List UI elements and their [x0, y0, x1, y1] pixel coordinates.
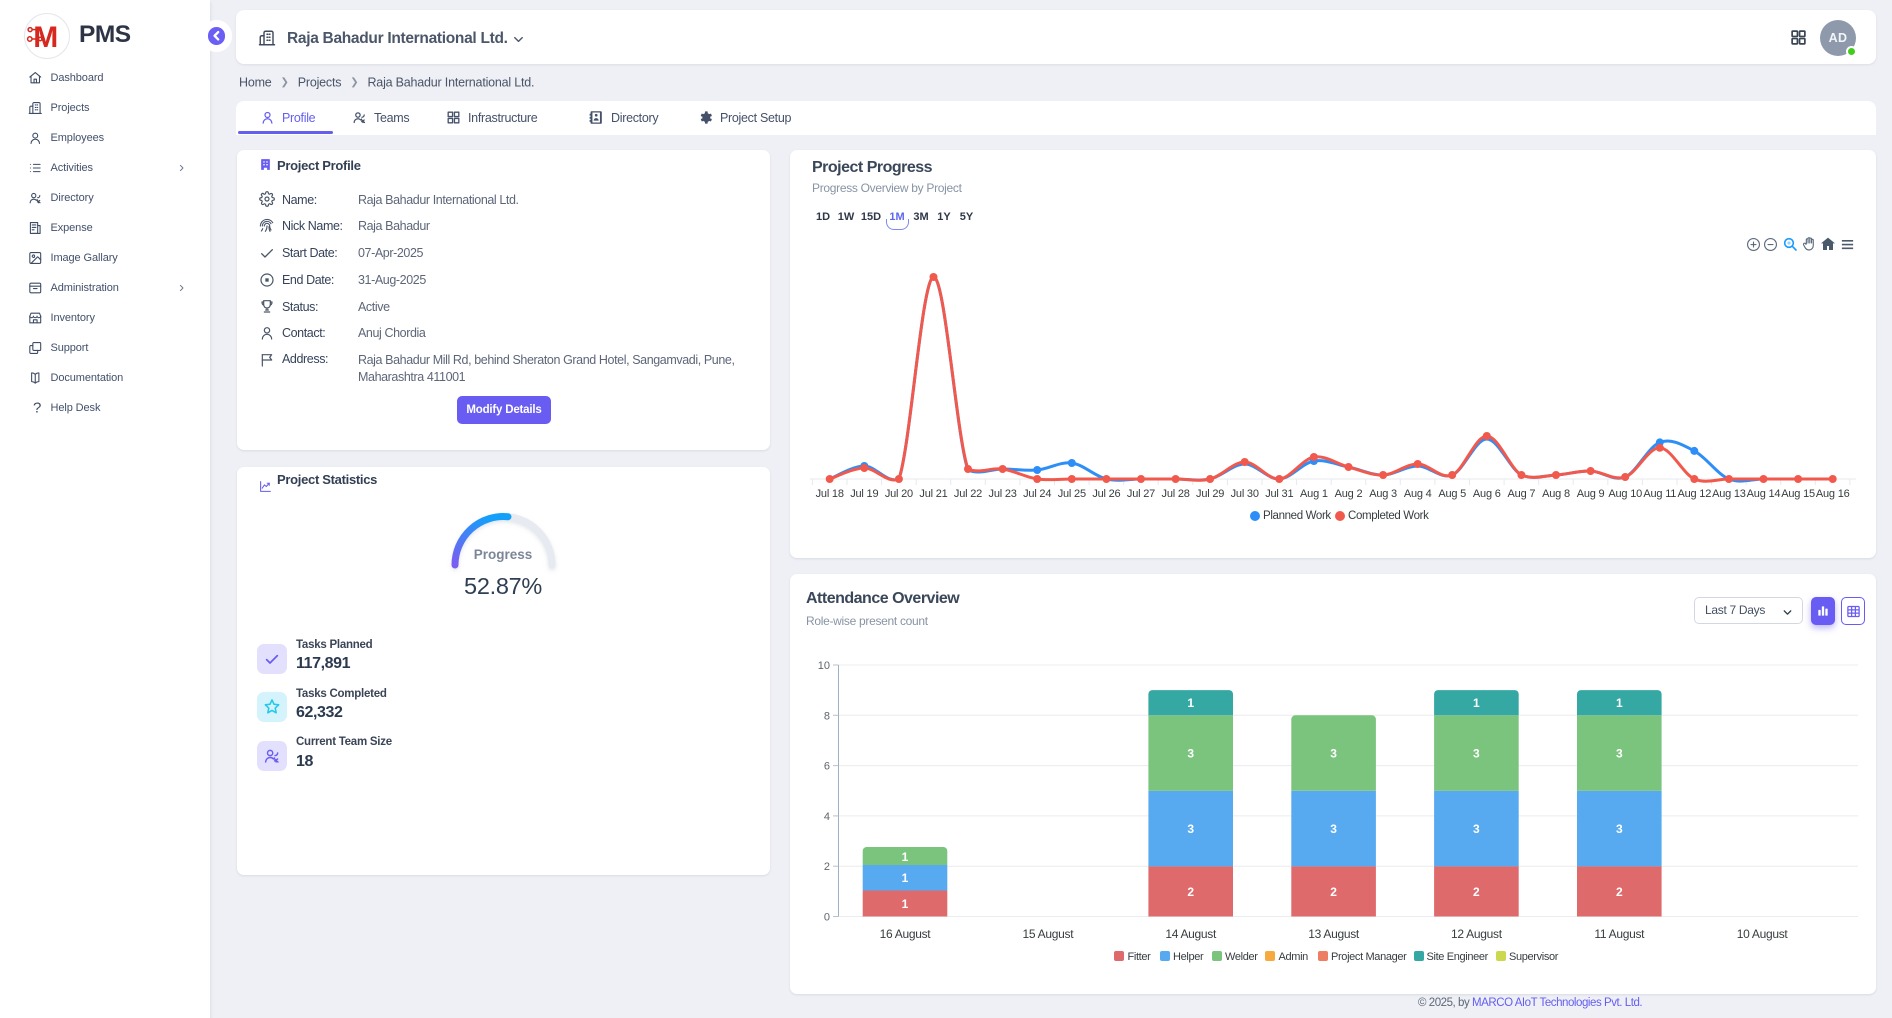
svg-text:Aug 13: Aug 13	[1712, 488, 1746, 500]
svg-text:M: M	[33, 21, 58, 54]
svg-text:Jul 26: Jul 26	[1092, 488, 1120, 500]
svg-text:Jul 30: Jul 30	[1231, 488, 1259, 500]
svg-text:Jul 18: Jul 18	[816, 488, 844, 500]
svg-text:14 August: 14 August	[1165, 927, 1217, 941]
svg-text:Aug 10: Aug 10	[1608, 488, 1642, 500]
svg-text:Jul 28: Jul 28	[1162, 488, 1190, 500]
svg-text:Jul 27: Jul 27	[1127, 488, 1155, 500]
svg-text:4: 4	[824, 811, 830, 823]
svg-text:3: 3	[1473, 822, 1480, 836]
svg-text:Aug 9: Aug 9	[1577, 488, 1605, 500]
svg-text:0: 0	[824, 912, 830, 924]
svg-text:Aug 12: Aug 12	[1677, 488, 1711, 500]
svg-text:3: 3	[1473, 747, 1480, 761]
svg-text:12 August: 12 August	[1451, 927, 1503, 941]
svg-text:Aug 16: Aug 16	[1816, 488, 1850, 500]
svg-text:Aug 8: Aug 8	[1542, 488, 1570, 500]
svg-text:3: 3	[1330, 822, 1337, 836]
svg-text:1: 1	[902, 897, 909, 911]
svg-text:Aug 7: Aug 7	[1508, 488, 1536, 500]
svg-text:Jul 22: Jul 22	[954, 488, 982, 500]
svg-text:Jul 23: Jul 23	[989, 488, 1017, 500]
svg-text:15 August: 15 August	[1023, 927, 1075, 941]
svg-text:13 August: 13 August	[1308, 927, 1360, 941]
svg-text:16 August: 16 August	[880, 927, 932, 941]
svg-text:10: 10	[818, 660, 830, 672]
svg-text:3: 3	[1616, 822, 1623, 836]
svg-text:1: 1	[902, 871, 909, 885]
svg-text:1: 1	[1616, 696, 1623, 710]
svg-text:Jul 31: Jul 31	[1265, 488, 1293, 500]
svg-text:1: 1	[902, 850, 909, 864]
svg-text:10 August: 10 August	[1737, 927, 1789, 941]
svg-text:2: 2	[1616, 885, 1623, 899]
svg-text:6: 6	[824, 761, 830, 773]
svg-text:Aug 3: Aug 3	[1369, 488, 1397, 500]
svg-text:Aug 2: Aug 2	[1335, 488, 1363, 500]
svg-text:Jul 19: Jul 19	[850, 488, 878, 500]
svg-text:3: 3	[1616, 747, 1623, 761]
svg-text:2: 2	[824, 861, 830, 873]
svg-text:Aug 11: Aug 11	[1643, 488, 1676, 500]
svg-text:Jul 20: Jul 20	[885, 488, 913, 500]
svg-text:11 August: 11 August	[1594, 927, 1645, 941]
svg-text:2: 2	[1187, 885, 1194, 899]
svg-text:3: 3	[1330, 747, 1337, 761]
svg-text:1: 1	[1473, 696, 1480, 710]
svg-text:Jul 21: Jul 21	[919, 488, 947, 500]
svg-text:Aug 1: Aug 1	[1300, 488, 1328, 500]
svg-text:2: 2	[1473, 885, 1480, 899]
svg-text:1: 1	[1187, 696, 1194, 710]
svg-text:Aug 15: Aug 15	[1781, 488, 1815, 500]
svg-text:3: 3	[1187, 747, 1194, 761]
svg-text:Jul 29: Jul 29	[1196, 488, 1224, 500]
svg-text:Aug 14: Aug 14	[1747, 488, 1781, 500]
svg-text:Jul 24: Jul 24	[1023, 488, 1051, 500]
svg-text:3: 3	[1187, 822, 1194, 836]
svg-text:Aug 4: Aug 4	[1404, 488, 1432, 500]
svg-text:Aug 6: Aug 6	[1473, 488, 1501, 500]
svg-text:Aug 5: Aug 5	[1438, 488, 1466, 500]
svg-text:Jul 25: Jul 25	[1058, 488, 1086, 500]
svg-text:8: 8	[824, 710, 830, 722]
svg-text:2: 2	[1330, 885, 1337, 899]
